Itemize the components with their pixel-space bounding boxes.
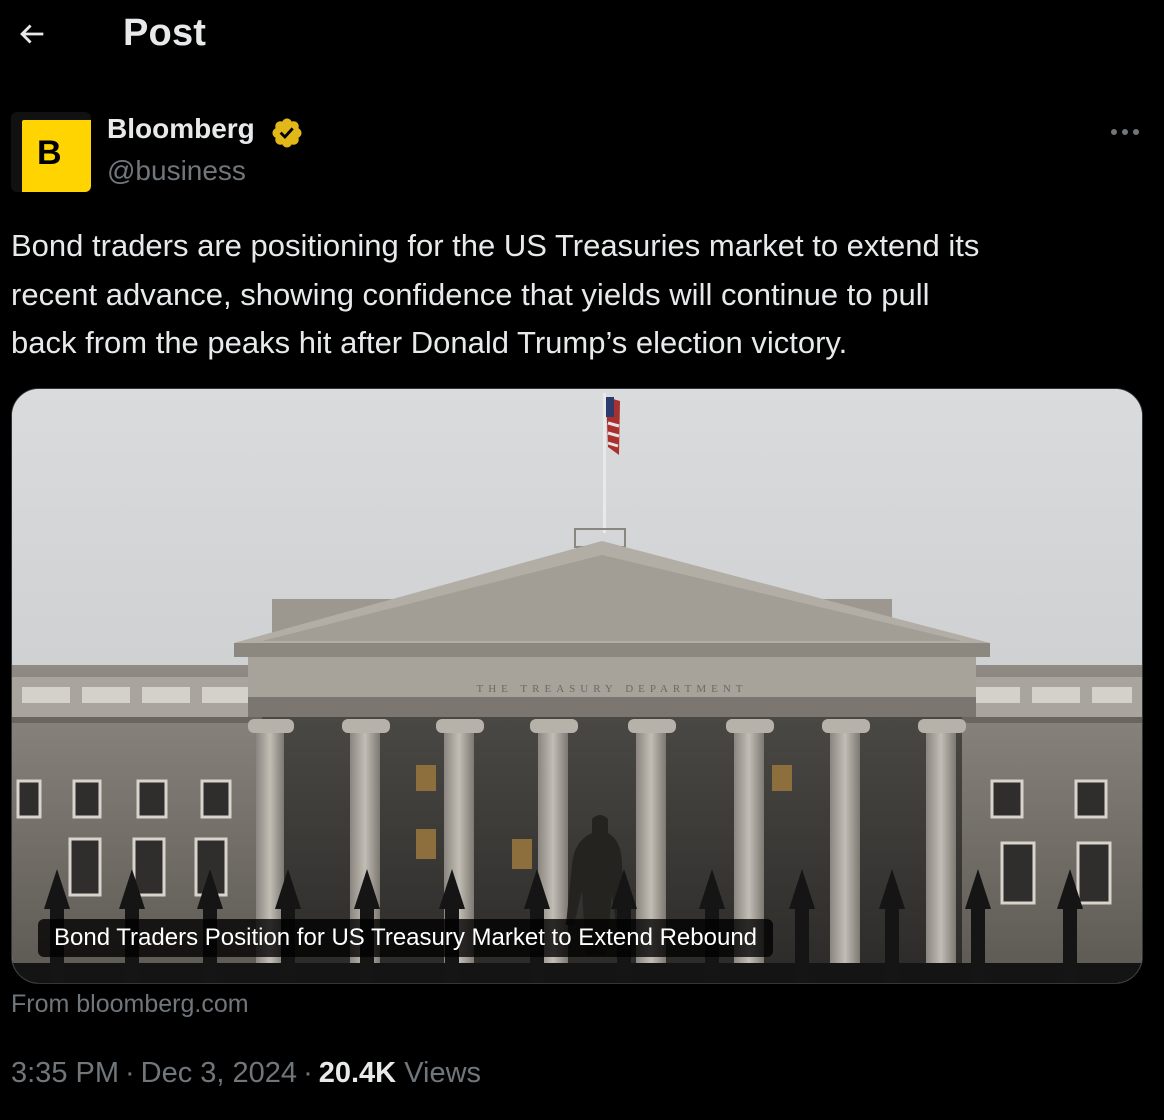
building-engraving: THE TREASURY DEPARTMENT <box>476 683 747 695</box>
card-source-link[interactable]: From bloomberg.com <box>11 990 249 1019</box>
separator: · <box>125 1057 135 1089</box>
views-count: 20.4K <box>318 1057 397 1089</box>
avatar[interactable]: B <box>11 112 91 192</box>
top-bar: Post <box>0 0 1164 72</box>
post-time[interactable]: 3:35 PM <box>11 1057 119 1089</box>
post-date[interactable]: Dec 3, 2024 <box>141 1057 297 1089</box>
link-card[interactable]: THE TREASURY DEPARTMENT Bond Traders Pos… <box>11 388 1143 984</box>
page-title: Post <box>123 12 207 54</box>
treasury-building-image: THE TREASURY DEPARTMENT <box>12 389 1142 983</box>
verified-badge-icon[interactable] <box>270 116 304 150</box>
separator: · <box>303 1057 313 1089</box>
author-name[interactable]: Bloomberg <box>107 113 255 145</box>
arrow-left-icon <box>20 24 44 44</box>
views-label: Views <box>404 1057 482 1089</box>
card-headline: Bond Traders Position for US Treasury Ma… <box>38 919 774 957</box>
post-meta: 3:35 PM · Dec 3, 2024 · 20.4K Views <box>11 1057 481 1090</box>
post-text: Bond traders are positioning for the US … <box>11 228 980 360</box>
back-button[interactable] <box>12 14 52 54</box>
author-handle[interactable]: @business <box>107 155 246 187</box>
more-options-icon[interactable] <box>1104 118 1146 146</box>
avatar-letter: B <box>37 134 62 172</box>
